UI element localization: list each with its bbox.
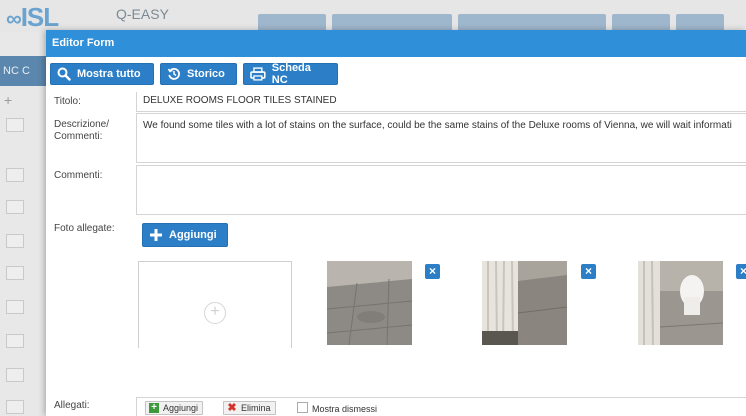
bg-section-tab[interactable]: NC C <box>0 56 46 86</box>
modal-title: Editor Form <box>46 30 746 57</box>
shower-curtain-image <box>482 261 567 345</box>
add-file-icon: + <box>149 403 159 413</box>
photo-thumbnail[interactable] <box>327 261 412 345</box>
photos-label: Foto allegate: <box>54 223 115 234</box>
app-logo: ∞ISL <box>6 2 59 32</box>
title-label: Titolo: <box>54 96 81 107</box>
delete-photo-button[interactable]: × <box>736 264 746 279</box>
description-label: Descrizione/ Commenti: <box>54 119 110 142</box>
photo-upload-slot[interactable]: + <box>138 261 292 348</box>
add-photo-label: Aggiungi <box>169 229 217 241</box>
bg-row-checkbox[interactable] <box>6 118 24 132</box>
comments-label: Commenti: <box>54 170 103 181</box>
attachments-label: Allegati: <box>54 400 90 411</box>
search-icon <box>57 67 71 81</box>
nc-sheet-label: Scheda NC <box>271 62 311 86</box>
bg-sidebar <box>0 32 46 416</box>
show-dismissed-option[interactable]: Mostra dismessi <box>297 402 377 415</box>
delete-photo-button[interactable]: × <box>581 264 596 279</box>
history-button[interactable]: Storico <box>160 63 237 85</box>
bg-row-checkbox[interactable] <box>6 266 24 280</box>
show-all-button[interactable]: Mostra tutto <box>50 63 154 85</box>
history-label: Storico <box>187 68 225 80</box>
delete-photo-button[interactable]: × <box>425 264 440 279</box>
show-all-label: Mostra tutto <box>77 68 141 80</box>
comments-field[interactable] <box>136 165 746 215</box>
floor-tiles-image <box>327 261 412 345</box>
editor-form-modal: Editor Form Mostra tutto Storico Scheda … <box>46 30 746 416</box>
bg-row-checkbox[interactable] <box>6 368 24 382</box>
bg-row-checkbox[interactable] <box>6 400 24 414</box>
plus-icon <box>150 229 162 241</box>
show-dismissed-checkbox[interactable] <box>297 402 308 413</box>
bg-row-checkbox[interactable] <box>6 300 24 314</box>
bathroom-toilet-image <box>638 261 723 345</box>
show-dismissed-label: Mostra dismessi <box>312 404 378 414</box>
bg-row-checkbox[interactable] <box>6 200 24 214</box>
printer-icon <box>250 67 266 81</box>
bg-row-checkbox[interactable] <box>6 334 24 348</box>
history-icon <box>167 68 180 80</box>
photo-thumbnail[interactable] <box>638 261 723 345</box>
app-logo-subtitle: Q-EASY <box>116 6 169 22</box>
add-circle-icon: + <box>204 302 226 324</box>
add-photo-button[interactable]: Aggiungi <box>142 223 228 247</box>
app-header: ∞ISL Q-EASY <box>0 0 746 32</box>
photo-thumbnail[interactable] <box>482 261 567 345</box>
bg-row-checkbox[interactable] <box>6 234 24 248</box>
nc-sheet-button[interactable]: Scheda NC <box>243 62 338 86</box>
title-field[interactable]: DELUXE ROOMS FLOOR TILES STAINED <box>136 92 746 112</box>
bg-row-checkbox[interactable] <box>6 168 24 182</box>
bg-add-icon[interactable]: + <box>4 92 12 108</box>
attach-delete-button[interactable]: ✖ Elimina <box>223 401 276 415</box>
attach-add-button[interactable]: + Aggiungi <box>145 401 204 415</box>
attachments-toolbar: + Aggiungi ✖ Elimina Mostra dismessi <box>136 397 746 416</box>
description-field[interactable]: We found some tiles with a lot of stains… <box>136 113 746 163</box>
delete-file-icon: ✖ <box>227 402 237 414</box>
